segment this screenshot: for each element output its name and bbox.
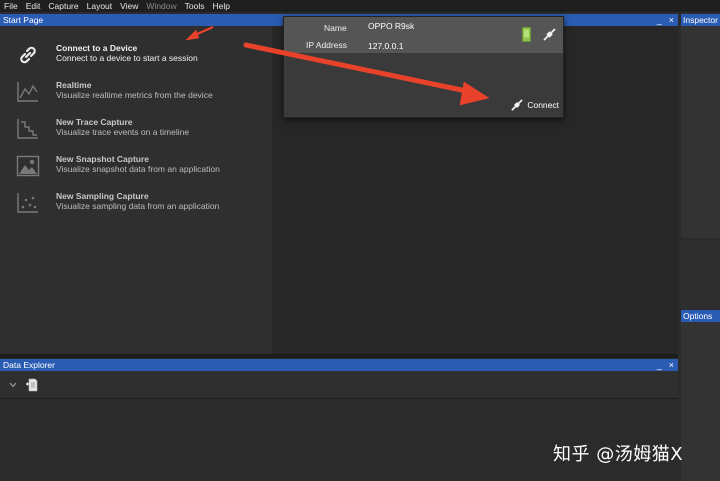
menu-bar: File Edit Capture Layout View Window Too…: [0, 0, 720, 12]
device-name-label: Name: [324, 23, 347, 33]
snapshot-capture-desc: Visualize snapshot data from an applicat…: [56, 164, 220, 174]
data-explorer-title: Data Explorer: [3, 360, 55, 370]
realtime-title: Realtime: [56, 80, 92, 90]
trace-capture-item[interactable]: New Trace Capture Visualize trace events…: [16, 115, 266, 147]
menu-edit[interactable]: Edit: [26, 1, 41, 11]
sampling-capture-title: New Sampling Capture: [56, 191, 149, 201]
menu-file[interactable]: File: [4, 1, 18, 11]
data-explorer-toolbar: [0, 371, 678, 399]
device-connect-popup: Name OPPO R9sk IP Address 127.0.0.1 Conn…: [283, 16, 564, 118]
ip-address-value: 127.0.0.1: [368, 41, 404, 51]
trace-capture-desc: Visualize trace events on a timeline: [56, 127, 190, 137]
inspector-title: Inspector: [683, 15, 718, 25]
menu-view[interactable]: View: [120, 1, 138, 11]
snapshot-capture-title: New Snapshot Capture: [56, 154, 150, 164]
phone-icon: [522, 27, 531, 42]
chevron-down-icon[interactable]: [9, 382, 17, 388]
menu-capture[interactable]: Capture: [48, 1, 78, 11]
plug-icon: [511, 99, 523, 111]
device-row[interactable]: Name OPPO R9sk IP Address 127.0.0.1: [284, 17, 563, 53]
connect-label: Connect: [527, 100, 559, 110]
sampling-capture-item[interactable]: New Sampling Capture Visualize sampling …: [16, 189, 266, 221]
data-explorer-title-bar: Data Explorer _ ×: [0, 359, 678, 371]
realtime-desc: Visualize realtime metrics from the devi…: [56, 90, 213, 100]
link-icon: [20, 46, 36, 64]
options-title: Options: [683, 311, 713, 321]
image-icon: [16, 155, 40, 177]
minimize-button[interactable]: _: [657, 360, 662, 370]
start-page-actions: Connect to a Device Connect to a device …: [0, 26, 272, 354]
connect-device-desc: Connect to a device to start a session: [56, 53, 198, 63]
connect-button[interactable]: Connect: [511, 99, 559, 111]
inspector-panel: [681, 26, 720, 238]
inspector-title-bar: Inspector: [681, 14, 720, 26]
inspector-lower-panel: [681, 240, 720, 308]
sampling-capture-desc: Visualize sampling data from an applicat…: [56, 201, 220, 211]
start-page-title: Start Page: [3, 15, 44, 25]
options-panel: [681, 322, 720, 481]
menu-layout[interactable]: Layout: [87, 1, 113, 11]
close-button[interactable]: ×: [669, 15, 674, 25]
device-name-value: OPPO R9sk: [368, 21, 415, 31]
connect-device-item[interactable]: Connect to a Device Connect to a device …: [16, 41, 266, 73]
trace-capture-title: New Trace Capture: [56, 117, 133, 127]
minimize-button[interactable]: _: [657, 15, 662, 25]
menu-window[interactable]: Window: [146, 1, 176, 11]
close-button[interactable]: ×: [669, 360, 674, 370]
options-title-bar: Options: [681, 310, 720, 322]
scatter-icon: [17, 193, 38, 213]
open-file-icon[interactable]: [25, 378, 38, 392]
connect-device-title: Connect to a Device: [56, 43, 138, 53]
snapshot-capture-item[interactable]: New Snapshot Capture Visualize snapshot …: [16, 152, 266, 184]
panel-splitter[interactable]: [0, 354, 678, 358]
realtime-item[interactable]: Realtime Visualize realtime metrics from…: [16, 78, 266, 110]
line-chart-icon: [17, 82, 38, 102]
plug-connect-icon[interactable]: [543, 28, 556, 41]
watermark: 知乎 @汤姆猫X: [553, 444, 684, 465]
menu-tools[interactable]: Tools: [185, 1, 205, 11]
menu-help[interactable]: Help: [213, 1, 230, 11]
trace-icon: [17, 119, 38, 139]
ip-address-label: IP Address: [306, 40, 347, 50]
